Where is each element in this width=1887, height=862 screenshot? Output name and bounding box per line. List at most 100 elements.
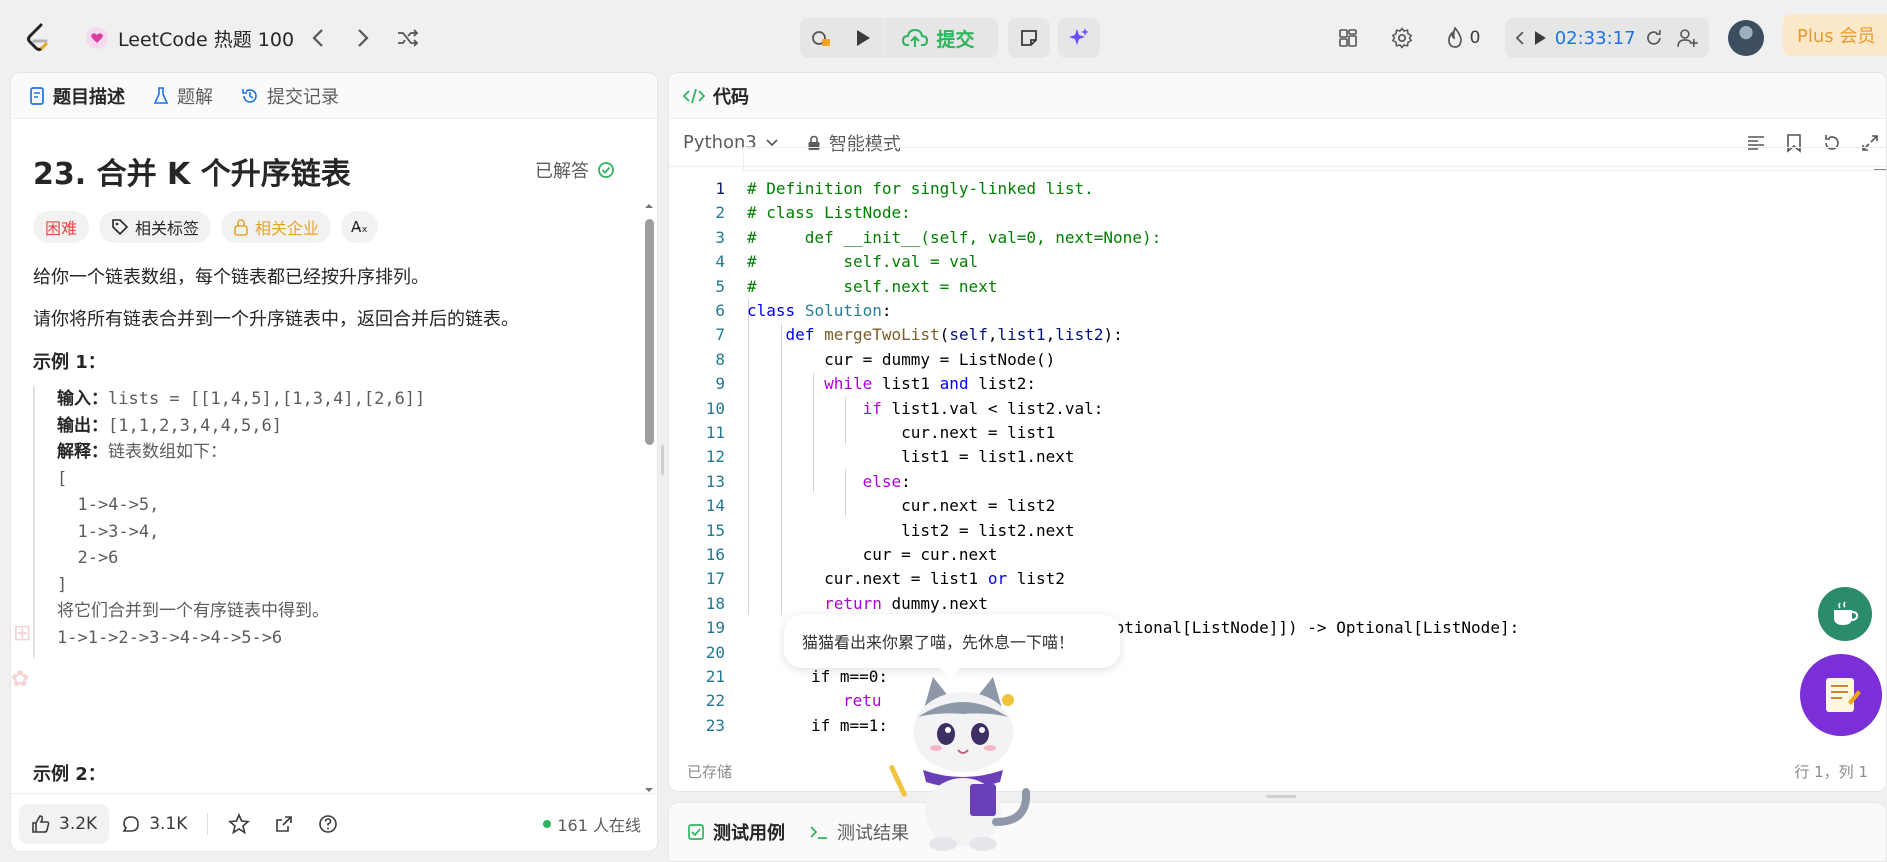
description-paragraph-1: 给你一个链表数组，每个链表都已经按升序排列。 [33, 267, 429, 288]
coffee-cup-icon [1834, 601, 1859, 625]
tab-solutions[interactable]: 题解 [153, 83, 213, 109]
comment-count: 3.1K [149, 813, 188, 834]
code-line: def mergeTwoList(self,list1,list2): [785, 325, 1123, 345]
line-number: 17 [705, 569, 725, 589]
solved-label: 已解答 [535, 161, 589, 182]
mascot-message: 猫猫看出来你累了喵，先休息一下喵！ [802, 633, 1075, 652]
panel-resize-handle[interactable] [661, 445, 664, 475]
comments-button[interactable]: 3.1K [109, 804, 199, 844]
add-user-icon[interactable] [1677, 28, 1699, 48]
online-dot [543, 820, 552, 828]
topic-tags-button[interactable]: 相关标签 [99, 211, 212, 243]
reset-icon[interactable] [1644, 28, 1664, 48]
tab-submissions-label: 提交记录 [267, 86, 339, 108]
scroll-thumb[interactable] [645, 219, 654, 445]
tag-icon [112, 219, 129, 236]
submit-button[interactable]: 提交 [884, 18, 992, 58]
company-tags-label: 相关企业 [255, 219, 320, 238]
notepad-icon [1826, 678, 1861, 712]
divider [207, 812, 209, 835]
layout-icon [1339, 29, 1357, 47]
description-scrollbar[interactable] [642, 145, 656, 805]
code-line: # self.next = next [747, 276, 998, 296]
company-tags-button[interactable]: 相关企业 [221, 211, 332, 243]
lock-icon [234, 219, 248, 236]
difficulty-label: 困难 [45, 219, 78, 238]
check-circle-icon [598, 162, 614, 178]
line-number: 11 [705, 423, 725, 442]
chevron-left-icon[interactable] [1515, 30, 1525, 46]
code-line: while list1 and list2: [824, 374, 1037, 394]
translate-icon: A̵ₓ [351, 218, 368, 236]
next-problem-button[interactable] [345, 20, 381, 56]
notepad-floating-button[interactable] [1800, 654, 1882, 736]
code-line: if m==1: [811, 715, 889, 735]
problem-panel: 题目描述 题解 提交记录 23. 合并 K 个升序链表 已解答 困难 相关标签 … [10, 72, 658, 852]
line-number: 8 [715, 349, 725, 369]
problem-list-button[interactable]: LeetCode 热题 100 [86, 22, 294, 54]
code-line: cur = dummy = ListNode() [747, 349, 1056, 369]
flask-icon [153, 86, 169, 104]
ai-assistant-button[interactable] [1058, 18, 1100, 58]
translate-button[interactable]: A̵ₓ [341, 211, 378, 243]
timer: 02:33:17 [1505, 18, 1709, 58]
solved-badge: 已解答 [535, 157, 615, 183]
tab-testcases[interactable]: 测试用例 [687, 819, 785, 845]
leetcode-logo-icon[interactable] [24, 22, 52, 54]
like-button[interactable]: 3.2K [19, 803, 110, 844]
like-count: 3.2K [59, 813, 98, 834]
list-line: 1->3->4, [57, 521, 160, 542]
output-label: 输出： [57, 415, 108, 436]
settings-button[interactable] [1384, 20, 1420, 56]
share-button[interactable] [262, 804, 306, 844]
note-icon [1021, 30, 1037, 46]
prev-problem-button[interactable] [300, 20, 336, 56]
ghost-icon: ✿ [11, 667, 30, 692]
cat-mascot[interactable] [888, 672, 1038, 852]
cursor-position: 行 1，列 1 [1794, 762, 1868, 781]
vertical-resize-handle[interactable] [1266, 795, 1296, 798]
thumbs-up-icon [32, 814, 50, 833]
topic-tags-label: 相关标签 [135, 219, 200, 238]
avatar[interactable] [1728, 20, 1764, 56]
line-number: 15 [705, 520, 725, 540]
line-number: 16 [705, 545, 725, 564]
timer-value: 02:33:17 [1554, 27, 1636, 49]
line-number: 21 [705, 667, 725, 686]
break-reminder-button[interactable] [1818, 587, 1872, 641]
plus-membership-button[interactable]: Plus 会员 [1783, 14, 1887, 56]
example-1-heading: 示例 1： [33, 352, 106, 373]
note-button[interactable] [1008, 18, 1050, 58]
code-line: # self.val = val [747, 252, 979, 272]
help-icon [319, 814, 338, 833]
example-1-block: 输入：lists = [[1,4,5],[1,3,4],[2,6]] 输出：[1… [33, 386, 633, 658]
tab-submissions[interactable]: 提交记录 [241, 83, 339, 109]
code-panel: 代码 Python3 智能模式 1 # Definition for singly… [668, 72, 1887, 792]
code-line: class Solution: [747, 301, 892, 320]
list-line: [ [57, 468, 68, 489]
scroll-up-icon[interactable] [642, 201, 656, 211]
online-label: 161 人在线 [557, 816, 641, 835]
run-submit-group: 提交 [800, 18, 998, 58]
help-button[interactable] [306, 804, 350, 844]
explain-value: 链表数组如下： [108, 442, 227, 462]
debug-button[interactable] [800, 18, 842, 58]
chevron-down-icon [766, 138, 778, 146]
layout-button[interactable] [1330, 20, 1366, 56]
line-number: 12 [705, 447, 725, 467]
history-icon [242, 88, 257, 103]
random-problem-button[interactable] [390, 20, 426, 56]
tab-description[interactable]: 题目描述 [29, 83, 125, 109]
run-button[interactable] [842, 18, 884, 58]
play-icon[interactable] [1533, 30, 1547, 46]
code-line: list2 = list2.next [747, 520, 1075, 540]
streak-counter[interactable]: 0 [1438, 20, 1488, 56]
code-line: # def __init__(self, val=0, next=None): [747, 227, 1162, 247]
chevron-left-icon [312, 29, 323, 47]
explain-label: 解释： [57, 442, 108, 462]
problem-tabs: 题目描述 题解 提交记录 [11, 73, 657, 119]
line-number: 5 [715, 276, 725, 296]
test-panel: 测试用例 测试结果 [668, 802, 1887, 862]
input-value: lists = [[1,4,5],[1,3,4],[2,6]] [108, 389, 426, 409]
favorite-button[interactable] [216, 804, 262, 844]
